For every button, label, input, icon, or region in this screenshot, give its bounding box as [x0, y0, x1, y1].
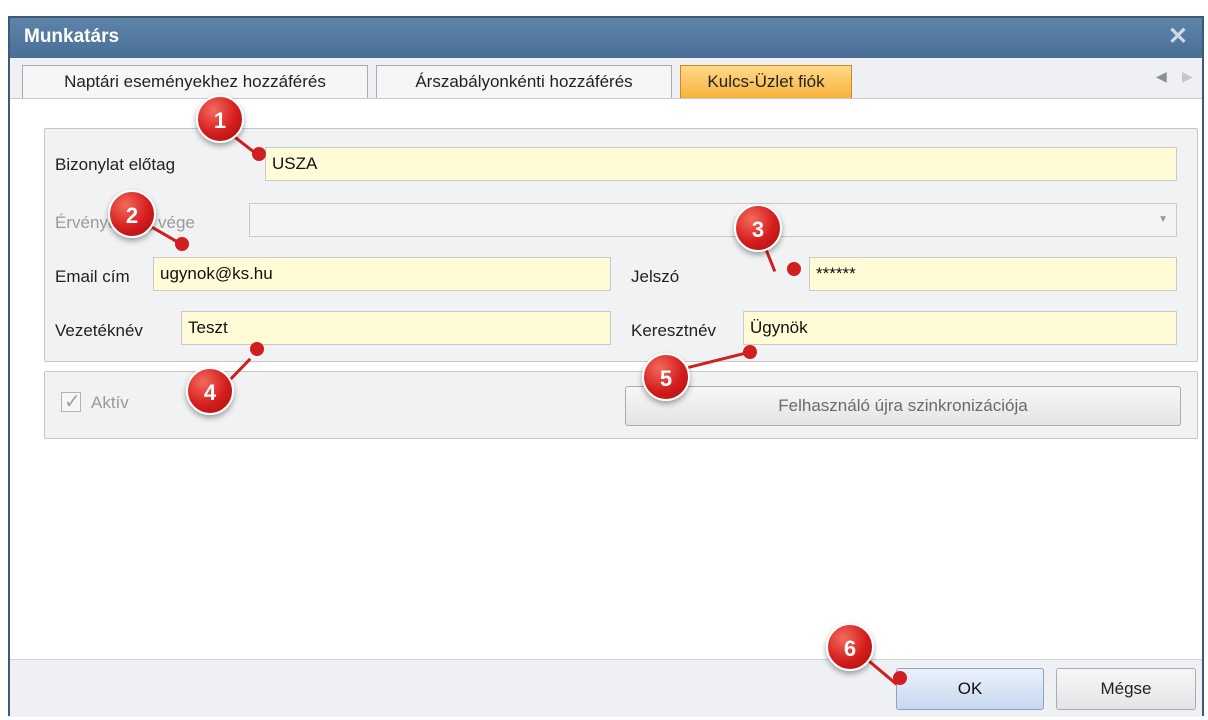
email-input[interactable]: ugynok@ks.hu [153, 257, 611, 291]
password-input[interactable]: ****** [809, 257, 1177, 291]
callout-dot-2 [175, 237, 189, 251]
lastname-label: Vezetéknév [55, 321, 143, 340]
active-label: Aktív [91, 393, 129, 412]
callout-dot-5 [743, 345, 757, 359]
callout-badge-3: 3 [734, 204, 782, 252]
dialog-window: Munkatárs ✕ Naptári eseményekhez hozzáfé… [8, 16, 1204, 717]
tab-scroll-right-icon[interactable]: ▶ [1182, 68, 1193, 85]
resync-user-button[interactable]: Felhasználó újra szinkronizációja [625, 386, 1181, 426]
prefix-input[interactable]: USZA [265, 147, 1177, 181]
ok-button[interactable]: OK [896, 668, 1044, 710]
tab-bar: Naptári eseményekhez hozzáférés Árszabál… [10, 58, 1202, 99]
callout-badge-5: 5 [642, 353, 690, 401]
account-form-group: Bizonylat előtag USZA Érvényesség vége ▼… [44, 128, 1198, 362]
title-bar: Munkatárs ✕ [10, 18, 1202, 58]
tab-pricing-access[interactable]: Árszabályonkénti hozzáférés [376, 65, 672, 98]
callout-dot-3 [787, 262, 801, 276]
callout-dot-4 [250, 342, 264, 356]
active-checkbox[interactable]: ✓ [61, 391, 81, 413]
callout-badge-4: 4 [186, 367, 234, 415]
callout-dot-6 [893, 671, 907, 685]
callout-badge-6: 6 [826, 623, 874, 671]
close-icon[interactable]: ✕ [1168, 22, 1188, 52]
dialog-footer: OK Mégse [10, 659, 1202, 717]
window-title: Munkatárs [24, 26, 120, 47]
email-label: Email cím [55, 267, 130, 286]
password-label: Jelszó [631, 267, 680, 286]
callout-badge-1: 1 [196, 95, 244, 143]
tab-calendar-access[interactable]: Naptári eseményekhez hozzáférés [22, 65, 368, 98]
firstname-label: Keresztnév [631, 321, 717, 340]
validity-date-dropdown[interactable]: ▼ [249, 203, 1177, 237]
checkmark-icon: ✓ [64, 391, 81, 413]
tab-scroll-left-icon[interactable]: ◀ [1156, 68, 1167, 85]
cancel-button[interactable]: Mégse [1056, 668, 1196, 710]
callout-badge-2: 2 [108, 190, 156, 238]
callout-dot-1 [252, 147, 266, 161]
chevron-down-icon[interactable]: ▼ [1158, 204, 1168, 236]
tab-kulcs-uzlet-account[interactable]: Kulcs-Üzlet fiók [680, 65, 852, 98]
lastname-input[interactable]: Teszt [181, 311, 611, 345]
prefix-label: Bizonylat előtag [55, 155, 176, 174]
firstname-input[interactable]: Ügynök [743, 311, 1177, 345]
